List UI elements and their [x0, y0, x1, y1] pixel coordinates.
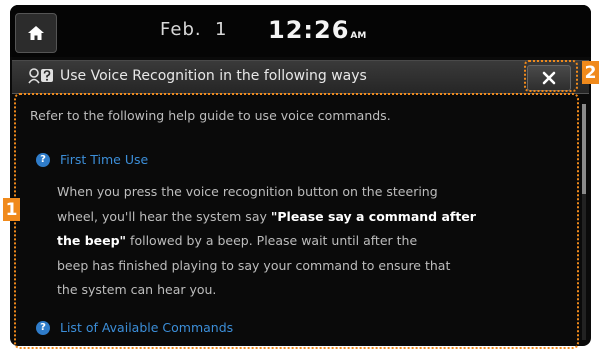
dialog-title-bar: Use Voice Recognition in the following w… [12, 60, 589, 94]
voice-help-icon [28, 68, 53, 84]
callout-number-2: 2 [582, 61, 599, 84]
callout-box-content [14, 93, 579, 349]
scrollbar[interactable] [582, 104, 586, 340]
home-button[interactable] [15, 13, 57, 53]
dialog-title: Use Voice Recognition in the following w… [60, 68, 367, 84]
clock-time: 12:26 [268, 16, 350, 44]
clock-display: 12:26AM [268, 16, 366, 44]
callout-number-1: 1 [3, 198, 20, 221]
callout-box-close [524, 60, 578, 92]
date-display: Feb. 1 [160, 19, 228, 40]
scrollbar-thumb[interactable] [582, 104, 586, 194]
clock-ampm: AM [350, 31, 367, 41]
status-bar: Feb. 1 12:26AM [10, 5, 591, 57]
home-icon [28, 26, 44, 40]
